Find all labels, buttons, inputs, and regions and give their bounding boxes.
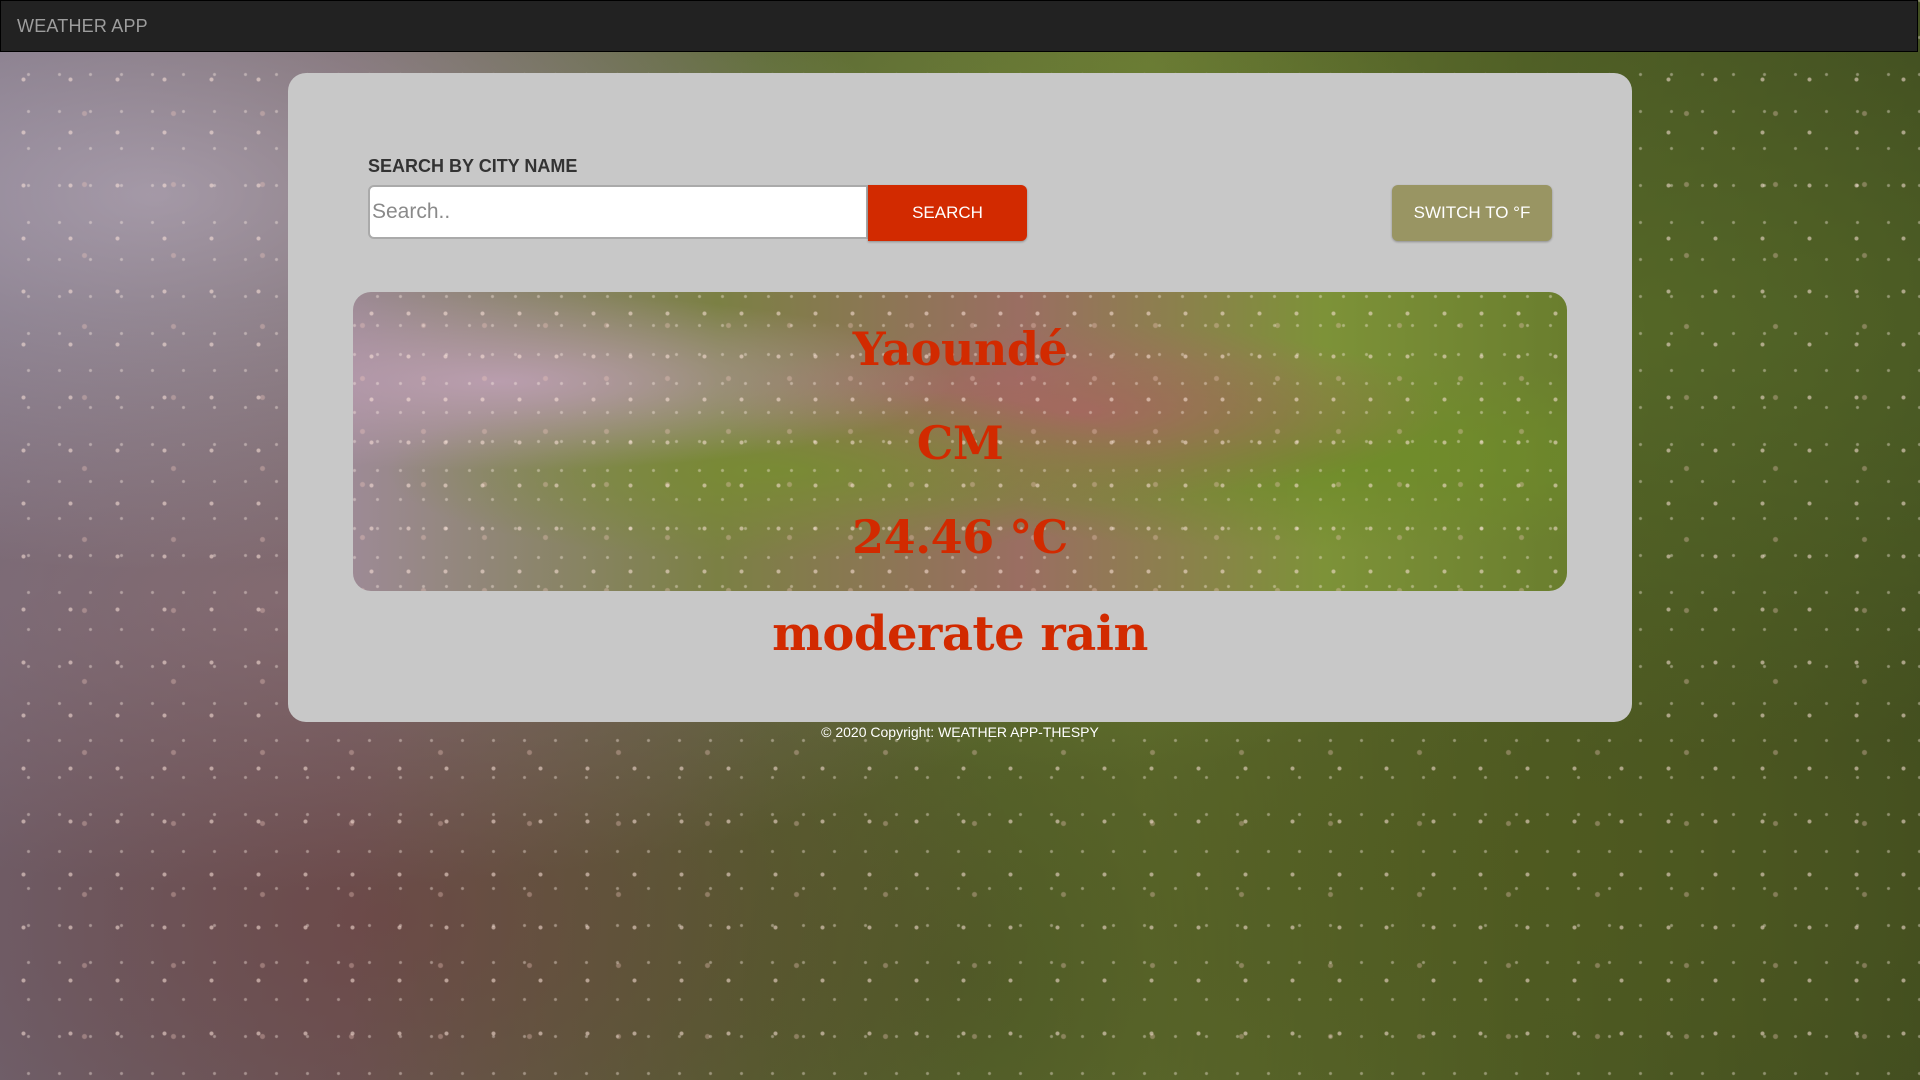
- app-brand-link[interactable]: WEATHER APP: [1, 16, 148, 37]
- switch-unit-button[interactable]: SWITCH TO °F: [1392, 185, 1552, 241]
- city-name: Yaoundé: [852, 322, 1068, 376]
- weather-result-panel: Yaoundé CM 24.46 °C: [353, 292, 1567, 591]
- page-background: { "navbar": { "brand": "WEATHER APP" }, …: [0, 0, 1920, 1080]
- city-search-input[interactable]: [368, 185, 868, 239]
- navbar: WEATHER APP: [0, 0, 1918, 52]
- search-form: SEARCH: [368, 185, 1027, 241]
- weather-card: SEARCH BY CITY NAME SEARCH SWITCH TO °F …: [288, 73, 1632, 722]
- country-code: CM: [916, 416, 1004, 470]
- search-label: SEARCH BY CITY NAME: [368, 156, 578, 176]
- temperature: 24.46 °C: [852, 510, 1068, 564]
- weather-description: moderate rain: [772, 606, 1148, 662]
- search-button[interactable]: SEARCH: [868, 185, 1027, 241]
- footer-copyright: © 2020 Copyright: WEATHER APP-THESPY: [821, 724, 1099, 740]
